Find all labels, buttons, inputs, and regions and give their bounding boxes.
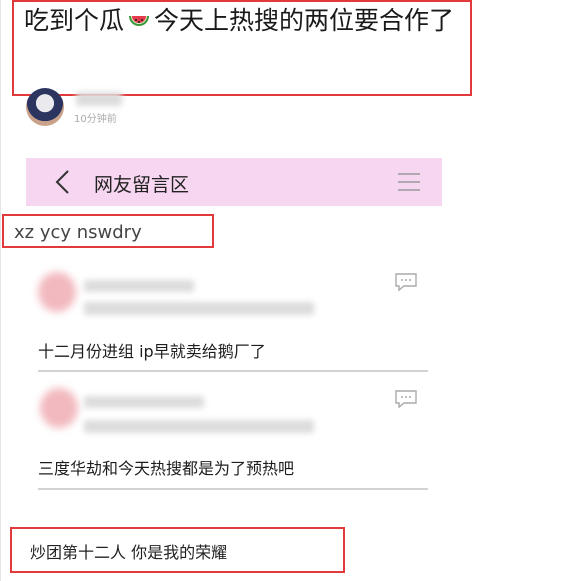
commenter-avatar[interactable]: [40, 388, 78, 428]
page-edge: [0, 0, 1, 581]
commenter-name-blurred: [84, 396, 204, 408]
comment-meta-blurred: [84, 302, 314, 315]
comment-icon[interactable]: [394, 389, 418, 409]
commenter-name-blurred: [84, 280, 194, 292]
author-name-blurred: [76, 92, 122, 106]
commenter-avatar[interactable]: [38, 272, 76, 312]
headline-text-before: 吃到个瓜: [24, 6, 125, 35]
divider: [38, 488, 428, 490]
comment-meta-blurred: [84, 420, 314, 433]
comment-icon[interactable]: [394, 272, 418, 292]
navbar-title: 网友留言区: [94, 174, 190, 196]
post-time: 10分钟前: [74, 114, 117, 125]
author-avatar[interactable]: [26, 88, 64, 126]
headline: 吃到个瓜 今天上热搜的两位要合作了: [24, 3, 464, 41]
headline-text-after: 今天上热搜的两位要合作了: [154, 6, 455, 35]
divider: [38, 370, 428, 372]
comment-section-navbar: 网友留言区: [26, 158, 442, 206]
bottom-caption: 炒团第十二人 你是我的荣耀: [30, 543, 228, 562]
hamburger-menu-icon[interactable]: [398, 172, 420, 192]
chevron-left-icon[interactable]: [52, 168, 74, 196]
watermelon-icon: [128, 6, 150, 41]
comment-text: 十二月份进组 ip早就卖给鹅厂了: [38, 342, 266, 361]
comment-text: 三度华劫和今天热搜都是为了预热吧: [38, 459, 295, 478]
tag-text: xz ycy nswdry: [14, 222, 142, 243]
